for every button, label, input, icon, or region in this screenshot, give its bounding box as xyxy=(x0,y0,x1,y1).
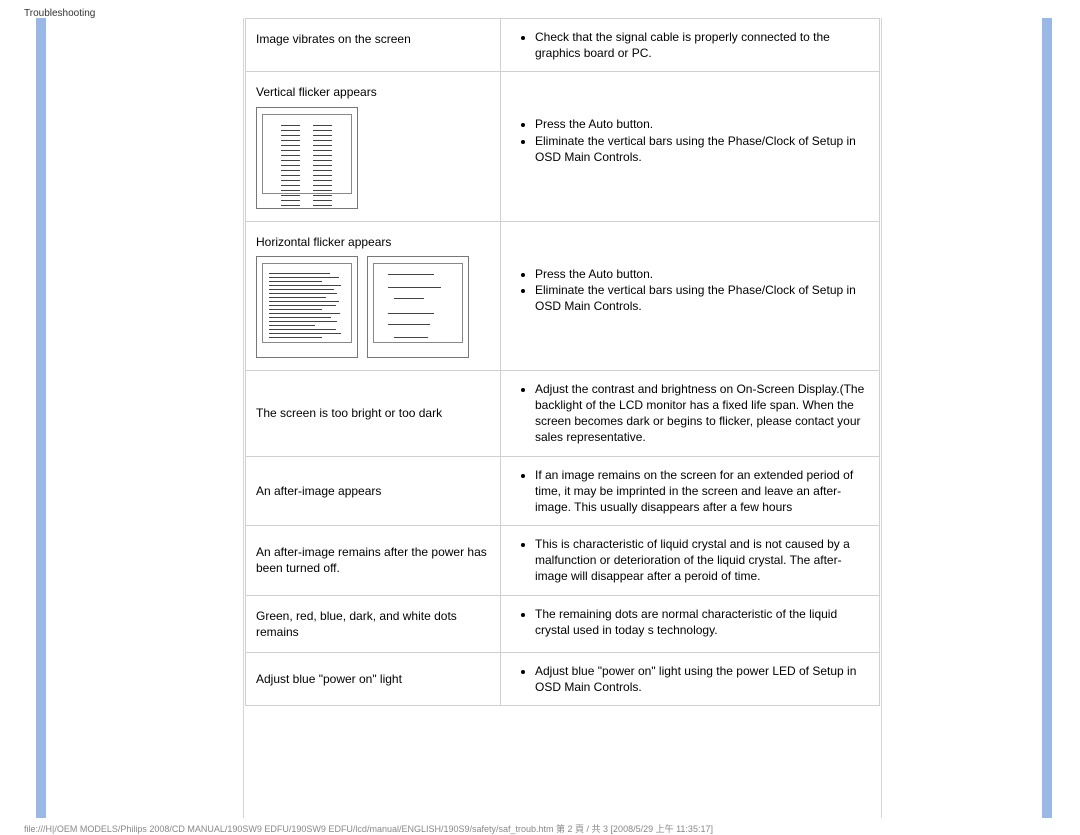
problem-cell: Green, red, blue, dark, and white dots r… xyxy=(246,596,501,652)
answer-list: Check that the signal cable is properly … xyxy=(507,29,869,61)
frame-left-stripe xyxy=(36,18,46,818)
answer-cell: Press the Auto button. Eliminate the ver… xyxy=(501,222,879,370)
answer-list: If an image remains on the screen for an… xyxy=(507,467,869,516)
answer-cell: The remaining dots are normal characteri… xyxy=(501,596,879,652)
problem-cell: Horizontal flicker appears xyxy=(246,222,501,370)
content-left-border xyxy=(243,18,244,818)
answer-item: This is characteristic of liquid crystal… xyxy=(535,536,869,585)
problem-text: Horizontal flicker appears xyxy=(256,235,391,249)
table-row: Vertical flicker appears Press the Auto … xyxy=(245,71,880,220)
troubleshooting-table: Image vibrates on the screen Check that … xyxy=(245,18,880,706)
answer-list: Press the Auto button. Eliminate the ver… xyxy=(507,266,869,315)
frame-right-stripe xyxy=(1042,18,1052,818)
page-frame: Image vibrates on the screen Check that … xyxy=(36,18,1052,818)
answer-item: Adjust blue "power on" light using the p… xyxy=(535,663,869,695)
problem-text: The screen is too bright or too dark xyxy=(256,405,442,421)
answer-list: This is characteristic of liquid crystal… xyxy=(507,536,869,585)
answer-cell: Press the Auto button. Eliminate the ver… xyxy=(501,72,879,220)
table-row: Image vibrates on the screen Check that … xyxy=(245,18,880,71)
answer-item: If an image remains on the screen for an… xyxy=(535,467,869,516)
answer-cell: Adjust the contrast and brightness on On… xyxy=(501,371,879,456)
table-row: Horizontal flicker appears Press the Aut… xyxy=(245,221,880,370)
answer-item: Adjust the contrast and brightness on On… xyxy=(535,381,869,446)
answer-cell: If an image remains on the screen for an… xyxy=(501,457,879,526)
problem-cell: An after-image appears xyxy=(246,457,501,526)
problem-text: Green, red, blue, dark, and white dots r… xyxy=(256,608,490,640)
problem-text: Adjust blue "power on" light xyxy=(256,671,402,687)
answer-item: Eliminate the vertical bars using the Ph… xyxy=(535,282,869,314)
vertical-flicker-illustration-icon xyxy=(256,107,358,209)
answer-cell: Adjust blue "power on" light using the p… xyxy=(501,653,879,705)
answer-item: Press the Auto button. xyxy=(535,116,869,132)
table-row: An after-image appears If an image remai… xyxy=(245,456,880,526)
answer-list: Adjust the contrast and brightness on On… xyxy=(507,381,869,446)
problem-cell: Adjust blue "power on" light xyxy=(246,653,501,705)
content-right-border xyxy=(881,18,882,818)
problem-cell: Vertical flicker appears xyxy=(246,72,501,220)
answer-item: Eliminate the vertical bars using the Ph… xyxy=(535,133,869,165)
problem-cell: The screen is too bright or too dark xyxy=(246,371,501,456)
table-row: Adjust blue "power on" light Adjust blue… xyxy=(245,652,880,706)
problem-text: Image vibrates on the screen xyxy=(256,32,411,46)
answer-cell: This is characteristic of liquid crystal… xyxy=(501,526,879,595)
horizontal-flicker-illustration-sparse-icon xyxy=(367,256,469,358)
problem-text: An after-image remains after the power h… xyxy=(256,544,490,576)
problem-text: Vertical flicker appears xyxy=(256,85,377,99)
answer-item: The remaining dots are normal characteri… xyxy=(535,606,869,638)
table-row: The screen is too bright or too dark Adj… xyxy=(245,370,880,456)
footer-path: file:///H|/OEM MODELS/Philips 2008/CD MA… xyxy=(24,822,713,835)
problem-cell: Image vibrates on the screen xyxy=(246,19,501,71)
horizontal-flicker-illustration-dense-icon xyxy=(256,256,358,358)
answer-list: Adjust blue "power on" light using the p… xyxy=(507,663,869,695)
answer-list: Press the Auto button. Eliminate the ver… xyxy=(507,116,869,165)
answer-item: Press the Auto button. xyxy=(535,266,869,282)
table-row: Green, red, blue, dark, and white dots r… xyxy=(245,595,880,652)
answer-list: The remaining dots are normal characteri… xyxy=(507,606,869,638)
answer-cell: Check that the signal cable is properly … xyxy=(501,19,879,71)
answer-item: Check that the signal cable is properly … xyxy=(535,29,869,61)
problem-cell: An after-image remains after the power h… xyxy=(246,526,501,595)
table-row: An after-image remains after the power h… xyxy=(245,525,880,595)
problem-text: An after-image appears xyxy=(256,483,381,499)
